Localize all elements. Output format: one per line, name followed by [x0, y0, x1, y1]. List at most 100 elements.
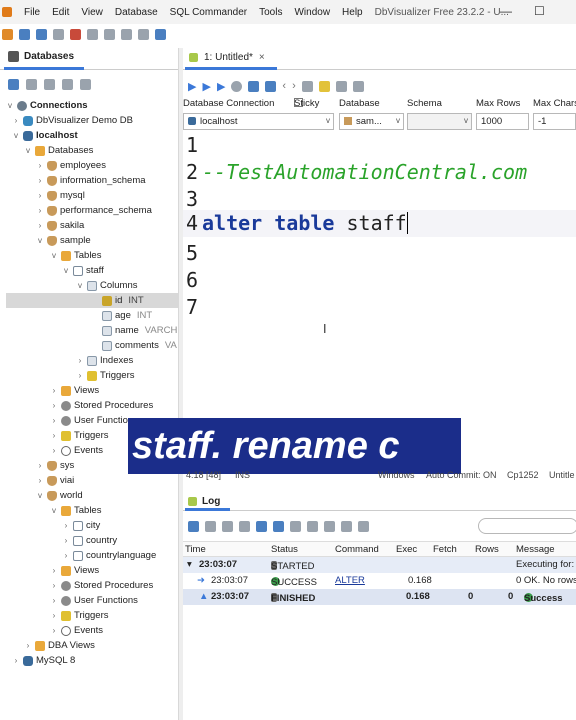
menu-database[interactable]: Database	[109, 7, 164, 18]
tab-untitled[interactable]: 1: Untitled* ×	[189, 52, 265, 63]
expand-toggle-icon[interactable]: ›	[50, 596, 58, 605]
execute-current-icon[interactable]: ▶	[202, 80, 210, 93]
tree-country[interactable]: › country	[62, 533, 118, 548]
expand-toggle-icon[interactable]: ›	[36, 476, 44, 485]
log-row[interactable]: ▾ 23:03:07 STARTED Executing for:	[183, 557, 576, 573]
clear-icon[interactable]	[222, 520, 233, 532]
tree-columns[interactable]: v Columns	[76, 278, 138, 293]
collapse-toggle-icon[interactable]: v	[50, 251, 58, 260]
tree-column-id[interactable]: id INT	[6, 293, 178, 308]
tree-employees[interactable]: › employees	[36, 158, 106, 173]
tree-world-tables[interactable]: v Tables	[50, 503, 101, 518]
tree-column-age[interactable]: age INT	[102, 308, 152, 323]
tab-databases[interactable]: Databases	[8, 51, 74, 62]
expand-toggle-icon[interactable]: ›	[24, 641, 32, 650]
expand-toggle-icon[interactable]: ›	[12, 656, 20, 665]
refresh-icon[interactable]	[8, 78, 19, 90]
tree-dba-views[interactable]: › DBA Views	[24, 638, 95, 653]
tree-information-schema[interactable]: › information_schema	[36, 173, 146, 188]
max-chars-input[interactable]: -1	[533, 113, 576, 130]
log-row[interactable]: ▲ 23:03:07 FINISHED 0.168 0 0 Success	[183, 589, 576, 605]
collapse-toggle-icon[interactable]: v	[6, 101, 14, 110]
tree-connections[interactable]: v Connections	[6, 98, 88, 113]
max-rows-input[interactable]: 1000	[476, 113, 529, 130]
back-icon[interactable]: ‹	[282, 80, 286, 92]
menu-window[interactable]: Window	[288, 7, 336, 18]
save-icon[interactable]	[188, 520, 199, 532]
column-header[interactable]: Time	[185, 544, 206, 555]
expand-toggle-icon[interactable]: ›	[76, 356, 84, 365]
close-icon[interactable]: ×	[259, 52, 265, 63]
menu-view[interactable]: View	[75, 7, 109, 18]
expand-toggle-icon[interactable]: ›	[50, 386, 58, 395]
expand-toggle-icon[interactable]: ›	[36, 191, 44, 200]
collapse-toggle-icon[interactable]: v	[24, 146, 32, 155]
tree-world-procedures[interactable]: › Stored Procedures	[50, 578, 154, 593]
column-header[interactable]: Message	[516, 544, 555, 555]
expand-icon[interactable]	[324, 520, 335, 532]
tree-sakila[interactable]: › sakila	[36, 218, 85, 233]
first-icon[interactable]	[256, 520, 267, 532]
filter-icon[interactable]	[239, 520, 250, 532]
tree-sample-procedures[interactable]: › Stored Procedures	[50, 398, 154, 413]
tree-sample-triggers[interactable]: › Triggers	[50, 428, 109, 443]
expand-toggle-icon[interactable]: ›	[50, 431, 58, 440]
down-icon[interactable]	[273, 520, 284, 532]
column-header[interactable]: Status	[271, 544, 298, 555]
collapse-icon[interactable]	[26, 78, 37, 90]
tree-column-name[interactable]: name VARCH	[102, 323, 177, 338]
expand-toggle-icon[interactable]: ›	[36, 176, 44, 185]
tree-demo-db[interactable]: › DbVisualizer Demo DB	[12, 113, 133, 128]
execute-buffer-icon[interactable]: ▶	[217, 80, 225, 93]
tree-mysql8[interactable]: › MySQL 8	[12, 653, 76, 668]
column-header[interactable]: Rows	[475, 544, 499, 555]
funnel-icon[interactable]	[358, 520, 369, 532]
menu-sql-commander[interactable]: SQL Commander	[164, 7, 253, 18]
collapse-toggle-icon[interactable]: v	[50, 506, 58, 515]
commit-icon[interactable]	[248, 80, 260, 92]
connection-select[interactable]: localhost v	[183, 113, 334, 130]
copy-icon[interactable]	[205, 520, 216, 532]
disconnect-icon[interactable]	[70, 29, 81, 40]
expand-toggle-icon[interactable]: ›	[12, 116, 20, 125]
auto-commit-status[interactable]: Auto Commit: ON	[426, 470, 497, 480]
column-header[interactable]: Command	[335, 544, 379, 555]
expand-toggle-icon[interactable]: ›	[50, 626, 58, 635]
tree-sample-functions[interactable]: › User Functio	[50, 413, 128, 428]
format-icon[interactable]	[318, 80, 330, 92]
save-all-icon[interactable]	[36, 29, 47, 40]
expand-toggle-icon[interactable]: ›	[36, 206, 44, 215]
tree-databases[interactable]: v Databases	[24, 143, 93, 158]
column-header[interactable]: Exec	[396, 544, 417, 555]
tree-world-triggers[interactable]: › Triggers	[50, 608, 109, 623]
tree-sample-tables[interactable]: v Tables	[50, 248, 101, 263]
menu-help[interactable]: Help	[336, 7, 369, 18]
sql-editor[interactable]: 1 2 --TestAutomationCentral.com 3 4 alter …	[183, 132, 576, 464]
tree-countrylanguage[interactable]: › countrylanguage	[62, 548, 157, 563]
tree-world-functions[interactable]: › User Functions	[50, 593, 138, 608]
database-select[interactable]: sam... v	[339, 113, 404, 130]
log-row[interactable]: ➜ 23:03:07 SUCCESS ALTER 0.168 0 OK. No …	[183, 573, 576, 589]
expand-toggle-icon[interactable]: ›	[36, 461, 44, 470]
expand-toggle-icon[interactable]: ›	[50, 446, 58, 455]
save-icon[interactable]	[19, 29, 30, 40]
expand-toggle-icon[interactable]: ›	[50, 401, 58, 410]
expand-toggle-icon[interactable]: ›	[50, 566, 58, 575]
clipboard-icon[interactable]	[138, 29, 149, 40]
tree-localhost[interactable]: v localhost	[12, 128, 78, 143]
expand-toggle-icon[interactable]: ›	[50, 581, 58, 590]
log-command-link[interactable]: ALTER	[335, 575, 365, 586]
collapse-toggle-icon[interactable]: v	[36, 491, 44, 500]
tree-staff-triggers[interactable]: › Triggers	[76, 368, 135, 383]
log-search-input[interactable]	[478, 518, 576, 534]
tree-sample[interactable]: v sample	[36, 233, 91, 248]
expand-toggle-icon[interactable]: ›	[50, 611, 58, 620]
options-icon[interactable]	[352, 80, 364, 92]
more-icon[interactable]	[80, 78, 91, 90]
tree-sample-events[interactable]: › Events	[50, 443, 103, 458]
tree-viai[interactable]: › viai	[36, 473, 75, 488]
collapse-toggle-icon[interactable]: v	[36, 236, 44, 245]
tree-world-events[interactable]: › Events	[50, 623, 103, 638]
tree-sample-views[interactable]: › Views	[50, 383, 100, 398]
collapse-toggle-icon[interactable]: ▾	[187, 559, 192, 570]
